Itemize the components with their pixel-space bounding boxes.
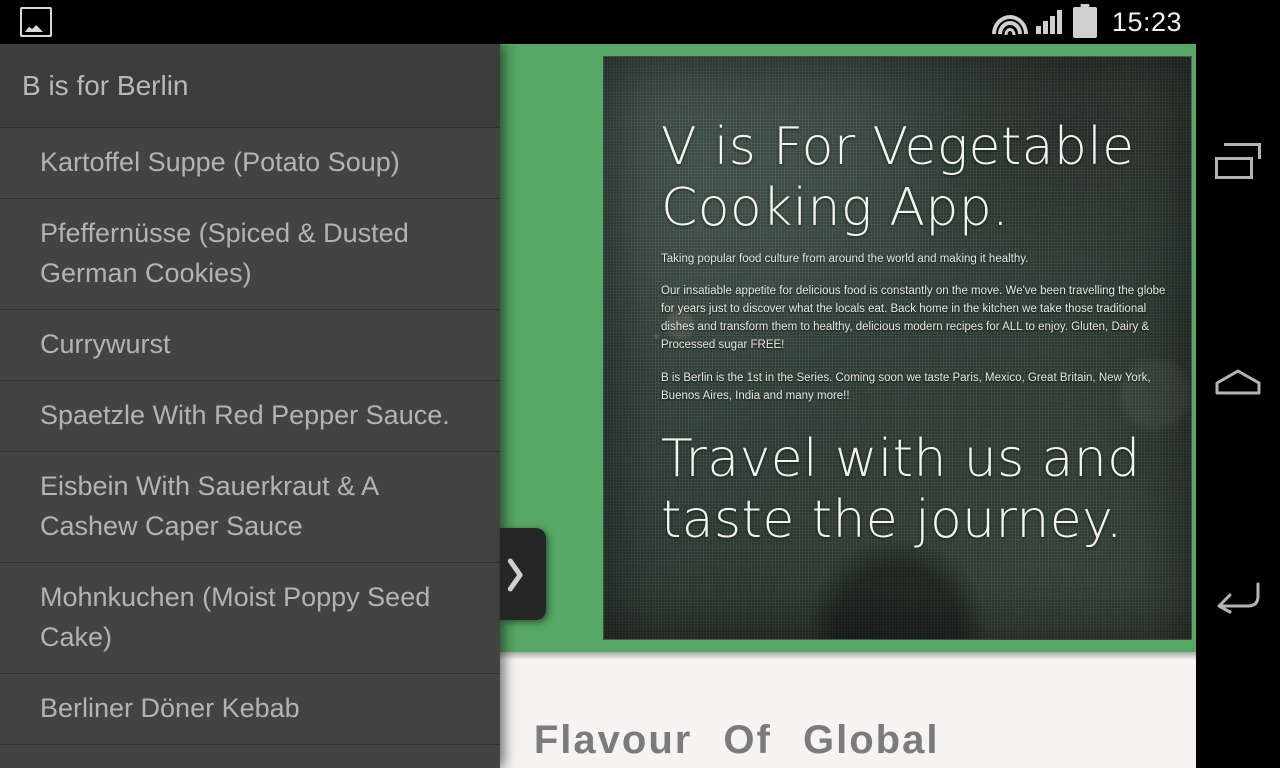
promo-series-note: B is Berlin is the 1st in the Series. Co… xyxy=(661,371,1151,402)
list-item[interactable]: Currywurst xyxy=(0,309,500,381)
navigation-drawer: B is for Berlin Kartoffel Suppe (Potato … xyxy=(0,44,500,768)
wifi-icon xyxy=(991,9,1028,35)
list-item[interactable]: Pfeffernüsse (Spiced & Dusted German Coo… xyxy=(0,198,500,310)
list-item[interactable]: Berliner Döner Kebab xyxy=(0,673,500,745)
list-item[interactable]: Eisbein With Sauerkraut & A Cashew Caper… xyxy=(0,451,500,563)
recent-apps-button[interactable] xyxy=(1196,119,1280,203)
home-icon xyxy=(1215,369,1261,395)
image-notification-icon xyxy=(20,7,52,37)
list-item[interactable]: Spaetzle With Red Pepper Sauce. xyxy=(0,380,500,452)
back-arrow-icon xyxy=(1214,580,1262,614)
system-navigation-bar xyxy=(1196,0,1280,768)
drawer-close-handle[interactable] xyxy=(500,528,546,620)
device-screen: V is For Vegetable Cooking App. Taking p… xyxy=(0,0,1280,768)
promo-heading: V is For Vegetable Cooking App. xyxy=(661,117,1135,238)
recent-apps-icon xyxy=(1215,143,1261,179)
back-button[interactable] xyxy=(1196,555,1280,639)
status-indicators: 15:23 xyxy=(991,6,1196,38)
chevron-left-icon xyxy=(512,555,534,593)
promo-closing: Travel with us and taste the journey. xyxy=(661,429,1141,551)
promo-subheading: Taking popular food culture from around … xyxy=(661,252,1029,265)
battery-icon xyxy=(1072,6,1097,38)
cellular-signal-icon xyxy=(1035,10,1064,34)
recipe-list: Kartoffel Suppe (Potato Soup) Pfeffernüs… xyxy=(0,128,500,768)
promo-body: Our insatiable appetite for delicious fo… xyxy=(661,285,1166,351)
home-button[interactable] xyxy=(1196,340,1280,424)
list-item[interactable]: Rote Grütze With Thick xyxy=(0,744,500,768)
status-notifications xyxy=(0,7,52,37)
list-item[interactable]: Mohnkuchen (Moist Poppy Seed Cake) xyxy=(0,562,500,674)
status-bar: 15:23 xyxy=(0,0,1196,44)
drawer-title: B is for Berlin xyxy=(0,44,500,128)
promo-image-text: V is For Vegetable Cooking App. Taking p… xyxy=(661,117,1167,551)
list-item[interactable]: Kartoffel Suppe (Potato Soup) xyxy=(0,128,500,199)
promo-image: V is For Vegetable Cooking App. Taking p… xyxy=(603,56,1192,640)
status-clock: 15:23 xyxy=(1111,6,1182,37)
